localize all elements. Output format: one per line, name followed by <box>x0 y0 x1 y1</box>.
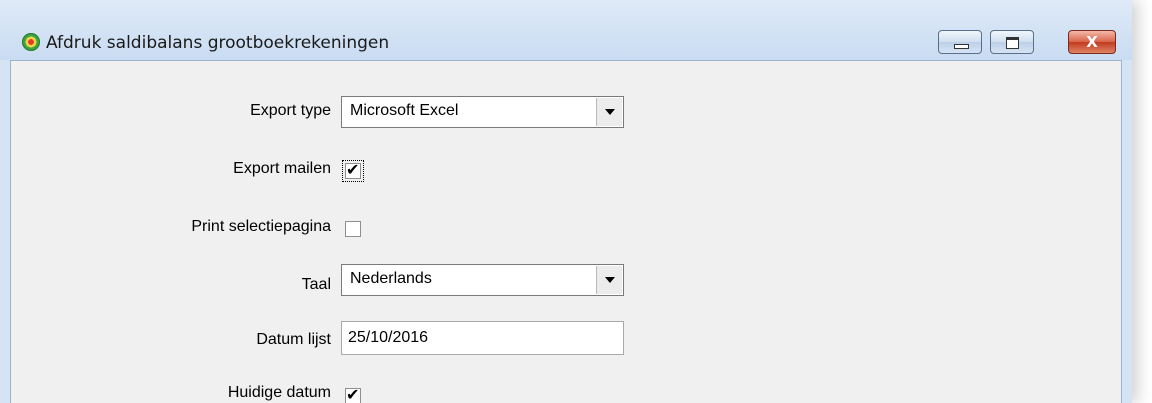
window-title: Afdruk saldibalans grootboekrekeningen <box>46 33 390 53</box>
datum-lijst-input[interactable]: 25/10/2016 <box>341 321 624 355</box>
dialog-window: Afdruk saldibalans grootboekrekeningen X… <box>0 0 1132 403</box>
taal-label: Taal <box>301 276 331 293</box>
title-bar[interactable]: Afdruk saldibalans grootboekrekeningen X <box>0 0 1132 60</box>
print-selectiepagina-checkbox[interactable] <box>345 221 361 237</box>
minimize-button[interactable] <box>938 30 982 54</box>
form-panel: Export type Microsoft Excel Export maile… <box>10 60 1122 403</box>
datum-lijst-label: Datum lijst <box>256 331 331 348</box>
close-icon: X <box>1086 33 1098 51</box>
maximize-icon <box>1006 37 1019 49</box>
print-selectiepagina-label: Print selectiepagina <box>191 218 331 235</box>
checkmark-icon: ✔ <box>346 160 360 179</box>
taal-value: Nederlands <box>350 270 432 287</box>
chevron-down-icon[interactable] <box>596 266 622 294</box>
globe-icon <box>22 33 40 51</box>
minimize-icon <box>954 44 969 49</box>
export-type-label: Export type <box>250 102 331 119</box>
taal-dropdown[interactable]: Nederlands <box>341 264 624 296</box>
export-type-value: Microsoft Excel <box>350 102 459 119</box>
huidige-datum-label: Huidige datum <box>227 384 331 401</box>
datum-lijst-value: 25/10/2016 <box>348 329 429 346</box>
checkmark-icon: ✔ <box>346 385 360 403</box>
maximize-button[interactable] <box>990 30 1034 54</box>
export-type-dropdown[interactable]: Microsoft Excel <box>341 96 624 128</box>
huidige-datum-checkbox[interactable]: ✔ <box>345 385 361 403</box>
close-button[interactable]: X <box>1068 30 1116 54</box>
export-mailen-checkbox[interactable]: ✔ <box>342 160 364 182</box>
export-mailen-label: Export mailen <box>233 160 331 177</box>
chevron-down-icon[interactable] <box>596 98 622 126</box>
